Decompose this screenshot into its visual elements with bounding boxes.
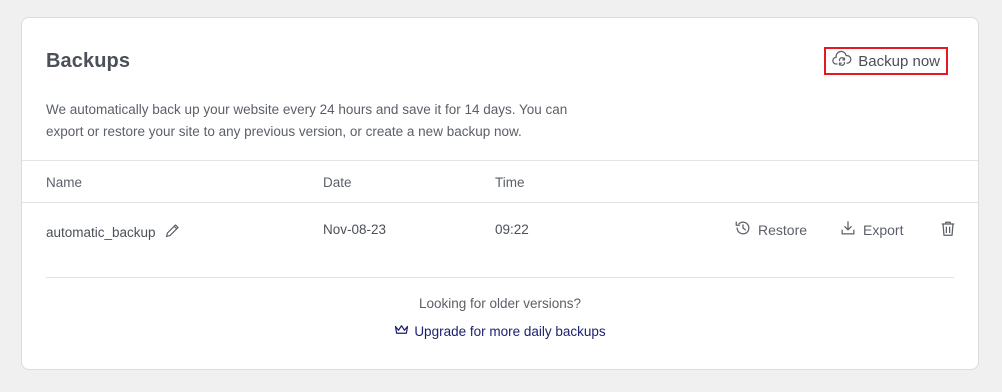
card-header: Backups Backup now xyxy=(46,47,954,78)
history-icon xyxy=(734,219,752,240)
upgrade-link[interactable]: Upgrade for more daily backups xyxy=(22,323,978,339)
download-icon xyxy=(839,219,857,240)
restore-label: Restore xyxy=(758,221,808,238)
restore-button[interactable]: Restore xyxy=(734,219,807,240)
delete-button[interactable] xyxy=(939,219,957,243)
backup-name: automatic_backup xyxy=(46,224,156,240)
footer-divider xyxy=(46,277,954,278)
export-label: Export xyxy=(863,221,904,238)
backup-description: We automatically back up your website ev… xyxy=(46,102,568,139)
export-button[interactable]: Export xyxy=(839,219,903,240)
table-header-divider xyxy=(22,202,978,203)
backup-now-label: Backup now xyxy=(858,52,940,70)
pencil-icon[interactable] xyxy=(164,222,181,242)
backup-name-cell: automatic_backup xyxy=(46,222,181,242)
column-header-time: Time xyxy=(495,175,525,190)
cloud-sync-icon xyxy=(832,50,852,72)
column-header-name: Name xyxy=(46,175,83,190)
crown-icon xyxy=(394,323,409,339)
trash-icon xyxy=(939,219,957,243)
header-divider xyxy=(22,160,978,161)
backup-now-button[interactable]: Backup now xyxy=(824,47,948,75)
older-versions-text: Looking for older versions? xyxy=(418,296,582,311)
column-header-date: Date xyxy=(323,175,352,190)
page-title: Backups xyxy=(46,50,131,72)
backups-card: Backups Backup now We automatically back… xyxy=(21,17,979,370)
backup-time: 09:22 xyxy=(495,222,529,237)
backup-date: Nov-08-23 xyxy=(323,222,387,237)
upgrade-label: Upgrade for more daily backups xyxy=(414,323,606,339)
